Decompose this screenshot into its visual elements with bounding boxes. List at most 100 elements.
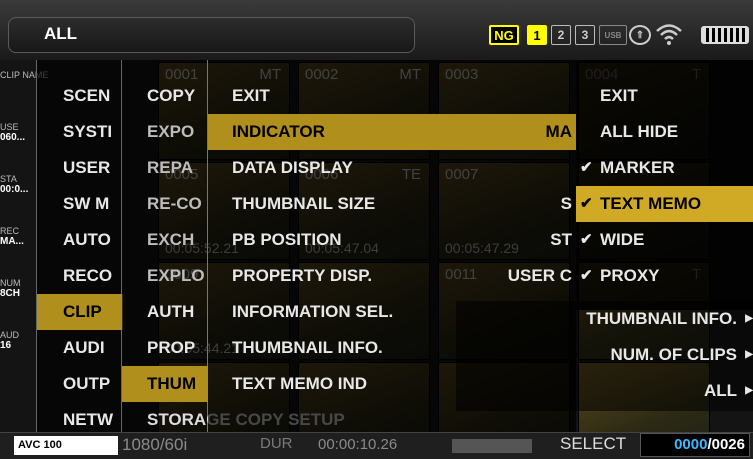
thumbnail-menu-label: EXIT bbox=[232, 86, 270, 105]
indicator-option[interactable]: ✔ TEXT MEMO bbox=[576, 186, 753, 222]
thumbnail-menu-value: MA bbox=[545, 122, 572, 141]
thumbnail-menu-value: S bbox=[560, 194, 572, 213]
select-label: SELECT bbox=[560, 434, 627, 453]
clip-menu-item[interactable]: THUM bbox=[122, 366, 208, 402]
thumbnail-menu-item[interactable]: THUMBNAIL SIZE S bbox=[208, 186, 576, 222]
thumbnail-value-label: ALL bbox=[703, 381, 737, 400]
check-icon: ✔ bbox=[580, 159, 593, 176]
thumbnail-menu-value: USER C bbox=[507, 266, 572, 285]
info-label: NUM bbox=[0, 278, 21, 288]
main-menu-item[interactable]: USER bbox=[37, 150, 123, 186]
indicator-option-label: EXIT bbox=[600, 86, 638, 105]
duration-label: DUR bbox=[260, 435, 293, 452]
clip-menu-item[interactable]: REPA bbox=[122, 150, 208, 186]
indicator-option[interactable]: ✔ PROXY bbox=[576, 258, 753, 294]
thumbnail-value-item[interactable]: THUMBNAIL INFO. ▶ bbox=[456, 301, 753, 337]
info-label: REC bbox=[0, 226, 20, 236]
usb-icon: USB bbox=[599, 25, 627, 45]
info-label: USE bbox=[0, 122, 19, 132]
info-value: 16 bbox=[0, 340, 12, 351]
clip-menu: COPY EXPO REPA RE-CO EXCH EXPLO AUTH PROP THUM ST… bbox=[122, 60, 345, 459]
main-menu: SCEN SYSTI USER SW M AUTO RECO CLIP AUDI OUTP NET… bbox=[36, 60, 123, 459]
indicator-option[interactable]: EXIT bbox=[576, 78, 753, 114]
thumbnail-value-item[interactable]: ALL ▶ bbox=[456, 373, 753, 409]
thumbnail-menu-label: INFORMATION SEL. bbox=[232, 302, 394, 321]
wifi-icon bbox=[656, 24, 682, 45]
slot-2-icon: 2 bbox=[551, 25, 571, 45]
indicator-option-label: PROXY bbox=[600, 266, 660, 285]
codec-label: AVC bbox=[18, 439, 41, 451]
thumbnail-menu-item[interactable]: PROPERTY DISP. USER C bbox=[208, 258, 576, 294]
indicator-option[interactable]: ALL HIDE bbox=[576, 114, 753, 150]
slot-1-icon: 1 bbox=[527, 25, 547, 45]
thumbnail-menu-item[interactable]: INDICATOR MA bbox=[208, 114, 576, 150]
info-field: USE 060... bbox=[0, 122, 25, 143]
clip-menu-item[interactable]: EXCH bbox=[122, 222, 208, 258]
thumbnail-menu-item[interactable]: EXIT bbox=[208, 78, 576, 114]
indicator-option-label: MARKER bbox=[600, 158, 675, 177]
main-menu-item[interactable]: SW M bbox=[37, 186, 123, 222]
thumbnail-value-item[interactable]: NUM. OF CLIPS ▶ bbox=[456, 337, 753, 373]
main-menu-item[interactable]: OUTP bbox=[37, 366, 123, 402]
thumbnail-menu-label: THUMBNAIL INFO. bbox=[232, 338, 383, 357]
indicator-submenu: EXIT ALL HIDE ✔ MARKER ✔ TEXT MEMO ✔ WIDE ✔ PROXY bbox=[576, 60, 753, 310]
indicator-option[interactable]: ✔ WIDE bbox=[576, 222, 753, 258]
info-label: STA bbox=[0, 174, 17, 184]
chevron-right-icon: ▶ bbox=[745, 313, 753, 324]
info-field: STA 00:0... bbox=[0, 174, 28, 195]
thumbnail-value-label: NUM. OF CLIPS bbox=[610, 345, 737, 364]
check-icon: ✔ bbox=[580, 231, 593, 248]
chevron-right-icon: ▶ bbox=[745, 385, 753, 396]
thumbnail-menu-label: PB POSITION bbox=[232, 230, 342, 249]
thumbnail-menu-label: INDICATOR bbox=[232, 122, 325, 141]
thumbnail-menu-value: ST bbox=[550, 230, 572, 249]
info-value: MA... bbox=[0, 236, 24, 247]
duration-value: 00:00:10.26 bbox=[318, 436, 398, 453]
info-label: AUD bbox=[0, 330, 20, 340]
info-value: 060... bbox=[0, 132, 26, 143]
thumbnail-value-label: THUMBNAIL INFO. bbox=[586, 309, 737, 328]
battery-icon bbox=[701, 26, 749, 44]
clip-menu-item[interactable]: EXPLO bbox=[122, 258, 208, 294]
info-field: AUD 16 bbox=[0, 330, 19, 351]
thumbnail-menu-label: TEXT MEMO IND bbox=[232, 374, 368, 393]
info-field: NUM 8CH bbox=[0, 278, 21, 299]
main-menu-item[interactable]: RECO bbox=[37, 258, 123, 294]
page-title: ALL bbox=[44, 24, 78, 43]
main-menu-item[interactable]: SYSTI bbox=[37, 114, 123, 150]
codec-badge: AVC 100 bbox=[14, 436, 118, 455]
clip-menu-item[interactable]: EXPO bbox=[122, 114, 208, 150]
thumbnail-menu-item[interactable]: DATA DISPLAY bbox=[208, 150, 576, 186]
thumbnail-menu-label: PROPERTY DISP. bbox=[232, 266, 373, 285]
slot-3-icon: 3 bbox=[575, 25, 595, 45]
clip-menu-item[interactable]: AUTH bbox=[122, 294, 208, 330]
clip-menu-item[interactable]: RE-CO bbox=[122, 186, 208, 222]
network-icon: ⇑ bbox=[629, 25, 651, 45]
main-menu-item[interactable]: CLIP bbox=[37, 294, 123, 330]
codec-suffix: 100 bbox=[43, 439, 62, 451]
check-icon: ✔ bbox=[580, 195, 593, 212]
thumbnail-values-menu: THUMBNAIL INFO. ▶ NUM. OF CLIPS ▶ ALL ▶ bbox=[456, 301, 753, 411]
progress-bar bbox=[452, 439, 532, 453]
format-label: 1080/60i bbox=[122, 435, 188, 454]
thumbnail-menu-label: THUMBNAIL SIZE bbox=[232, 194, 376, 213]
info-value: 8CH bbox=[0, 288, 21, 299]
thumbnail-menu-item[interactable]: PB POSITION ST bbox=[208, 222, 576, 258]
clip-menu-item[interactable]: PROP bbox=[122, 330, 208, 366]
indicator-option-label: WIDE bbox=[600, 230, 645, 249]
clip-menu-item[interactable]: COPY bbox=[122, 78, 208, 114]
total-count: 0026 bbox=[711, 436, 745, 453]
info-field: REC MA... bbox=[0, 226, 24, 247]
clip-counter: 0000/0026 bbox=[640, 433, 750, 457]
check-icon: ✔ bbox=[580, 267, 593, 284]
chevron-right-icon: ▶ bbox=[745, 349, 753, 360]
ng-indicator: NG bbox=[489, 25, 519, 45]
main-menu-item[interactable]: AUTO bbox=[37, 222, 123, 258]
indicator-option-label: ALL HIDE bbox=[600, 122, 679, 141]
indicator-option-label: TEXT MEMO bbox=[600, 194, 702, 213]
main-menu-item[interactable]: AUDI bbox=[37, 330, 123, 366]
selected-count: 0000 bbox=[674, 436, 708, 453]
info-value: 00:0... bbox=[0, 184, 29, 195]
main-menu-item[interactable]: SCEN bbox=[37, 78, 123, 114]
indicator-option[interactable]: ✔ MARKER bbox=[576, 150, 753, 186]
